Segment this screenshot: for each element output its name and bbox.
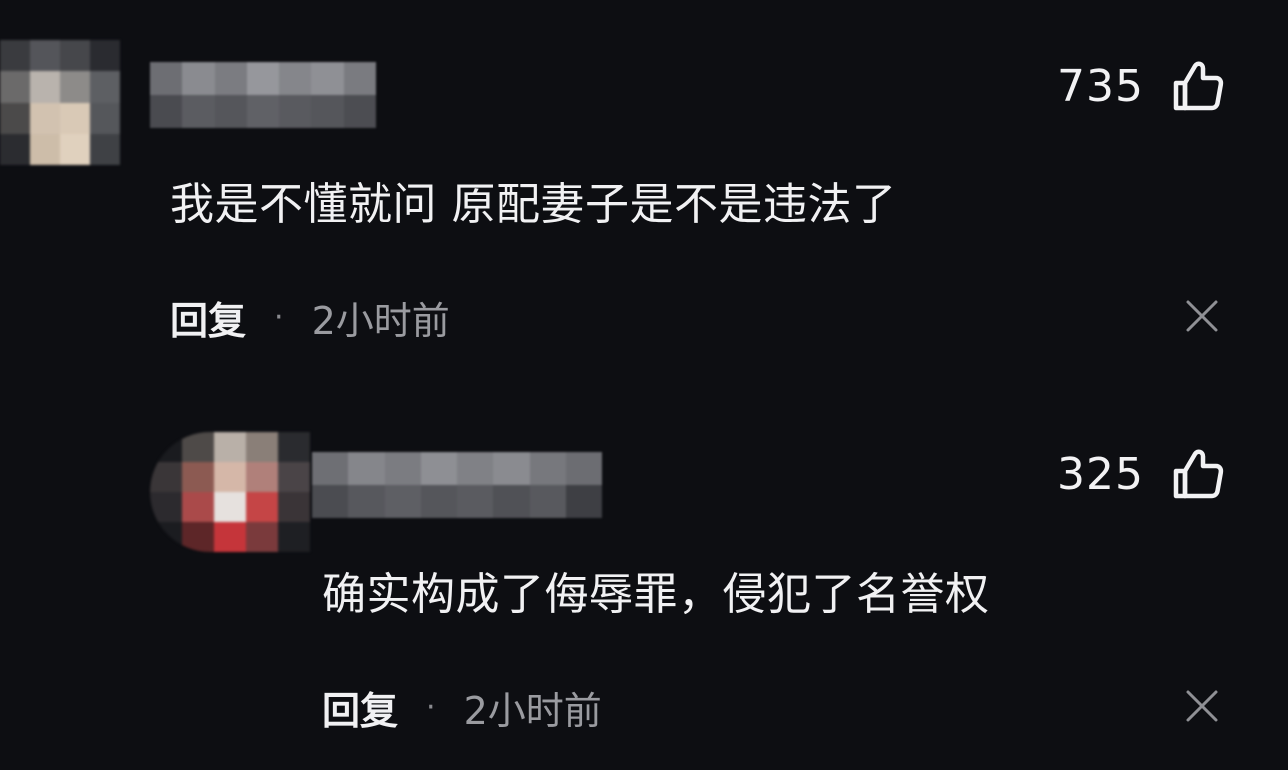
comment-item: 325 确实构成了侮辱罪，侵犯了名誉权 回复 · 2小时前	[0, 380, 1288, 770]
avatar[interactable]	[150, 432, 310, 552]
close-icon[interactable]	[1184, 298, 1220, 334]
comment-list: 735 我是不懂就问 原配妻子是不是违法了 回复 · 2小时前 325 确实构成…	[0, 0, 1288, 770]
username-blurred[interactable]	[312, 452, 602, 518]
separator-dot: ·	[274, 300, 284, 335]
avatar[interactable]	[0, 40, 120, 165]
like-count: 735	[1057, 60, 1144, 112]
comment-text: 我是不懂就问 原配妻子是不是违法了	[170, 179, 897, 230]
separator-dot: ·	[426, 690, 436, 725]
like-count: 325	[1057, 448, 1144, 500]
like-group: 325	[1057, 446, 1226, 502]
timestamp: 2小时前	[463, 689, 602, 733]
timestamp: 2小时前	[311, 299, 450, 343]
comment-meta: 回复 · 2小时前	[322, 680, 602, 735]
close-icon[interactable]	[1184, 688, 1220, 724]
thumbs-up-icon[interactable]	[1170, 58, 1226, 114]
comment-meta: 回复 · 2小时前	[170, 290, 450, 345]
thumbs-up-icon[interactable]	[1170, 446, 1226, 502]
reply-button[interactable]: 回复	[170, 290, 246, 345]
comment-item: 735 我是不懂就问 原配妻子是不是违法了 回复 · 2小时前	[0, 0, 1288, 380]
username-blurred[interactable]	[150, 62, 376, 128]
reply-button[interactable]: 回复	[322, 680, 398, 735]
like-group: 735	[1057, 58, 1226, 114]
comment-text: 确实构成了侮辱罪，侵犯了名誉权	[322, 569, 990, 620]
